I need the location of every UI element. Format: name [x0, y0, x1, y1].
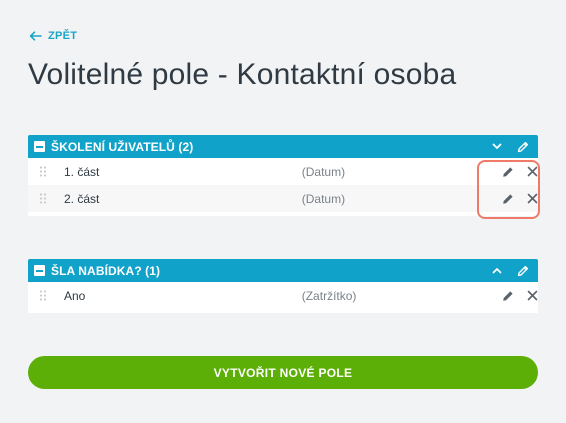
- field-row: 1. část (Datum): [28, 158, 538, 185]
- field-row: Ano (Zatržítko): [28, 282, 538, 309]
- delete-field-icon[interactable]: [526, 166, 538, 178]
- group-header: ŠLA NABÍDKA? (1): [28, 259, 538, 282]
- edit-group-icon[interactable]: [516, 264, 530, 278]
- back-label: ZPĚT: [48, 30, 78, 42]
- field-group-nabidka: ŠLA NABÍDKA? (1) Ano (Zatržítko): [28, 259, 538, 313]
- drag-handle-icon[interactable]: [39, 166, 47, 177]
- group-title: ŠLA NABÍDKA? (1): [51, 263, 161, 278]
- edit-field-icon[interactable]: [502, 290, 514, 302]
- create-new-field-button[interactable]: VYTVOŘIT NOVÉ POLE: [28, 356, 538, 389]
- field-name: Ano: [64, 288, 86, 303]
- field-type: (Datum): [301, 164, 346, 179]
- edit-field-icon[interactable]: [502, 193, 514, 205]
- back-link[interactable]: ZPĚT: [29, 30, 77, 42]
- drag-handle-icon[interactable]: [39, 193, 47, 204]
- field-name: 2. část: [64, 191, 100, 206]
- group-header: ŠKOLENÍ UŽIVATELŮ (2): [28, 135, 538, 158]
- delete-field-icon[interactable]: [526, 193, 538, 205]
- field-row: 2. část (Datum): [28, 185, 538, 212]
- chevron-down-icon[interactable]: [490, 140, 504, 154]
- field-group-skoleni: ŠKOLENÍ UŽIVATELŮ (2) 1. část (Datum) 2.…: [28, 135, 538, 216]
- drag-handle-icon[interactable]: [39, 290, 47, 301]
- field-type: (Zatržítko): [301, 288, 357, 303]
- page-title: Volitelné pole - Kontaktní osoba: [28, 58, 457, 91]
- arrow-left-icon: [29, 31, 42, 41]
- group-title: ŠKOLENÍ UŽIVATELŮ (2): [51, 139, 194, 154]
- chevron-up-icon[interactable]: [490, 264, 504, 278]
- list-footer: [28, 309, 538, 313]
- field-name: 1. část: [64, 164, 100, 179]
- collapse-toggle[interactable]: [34, 141, 45, 152]
- collapse-toggle[interactable]: [34, 265, 45, 276]
- edit-field-icon[interactable]: [502, 166, 514, 178]
- list-footer: [28, 212, 538, 216]
- edit-group-icon[interactable]: [516, 140, 530, 154]
- field-type: (Datum): [301, 191, 346, 206]
- delete-field-icon[interactable]: [526, 290, 538, 302]
